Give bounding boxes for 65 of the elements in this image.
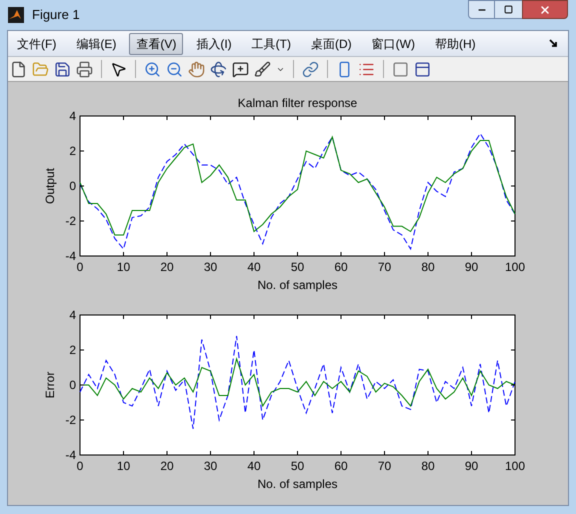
- menu-item[interactable]: 查看(V): [129, 32, 184, 54]
- tick-label: 10: [116, 459, 130, 473]
- menu-item[interactable]: 编辑(E): [69, 32, 124, 54]
- menu-item[interactable]: 帮助(H): [428, 32, 483, 54]
- data-cursor-icon[interactable]: [232, 60, 249, 78]
- menu-item[interactable]: 窗口(W): [364, 32, 422, 54]
- pointer-icon[interactable]: [110, 60, 127, 78]
- tick-label: -4: [65, 249, 76, 263]
- menu-item[interactable]: 文件(F): [10, 32, 64, 54]
- tick-label: 20: [160, 260, 174, 274]
- tick-label: 10: [116, 260, 130, 274]
- tick-label: 100: [504, 459, 526, 473]
- tick-label: -2: [65, 413, 76, 427]
- axis-label: No. of samples: [257, 477, 338, 491]
- maximize-icon: [504, 5, 513, 14]
- brush-icon[interactable]: [254, 60, 271, 78]
- tick-label: 80: [421, 260, 435, 274]
- printer-icon[interactable]: [76, 60, 93, 78]
- tick-label: 2: [69, 144, 76, 158]
- tick-label: 80: [421, 459, 435, 473]
- tick-label: 4: [69, 109, 76, 123]
- tick-label: 90: [464, 459, 478, 473]
- hand-icon[interactable]: [188, 60, 205, 78]
- tick-label: 0: [76, 459, 84, 473]
- panel-icon[interactable]: [414, 60, 431, 78]
- menu-item[interactable]: 插入(I): [189, 32, 239, 54]
- tick-label: 50: [290, 459, 304, 473]
- maximize-button[interactable]: [495, 0, 522, 19]
- tick-label: -2: [65, 214, 76, 228]
- dock-arrow-icon[interactable]: [549, 39, 558, 48]
- tick-label: 60: [334, 260, 348, 274]
- tick-label: 2: [69, 343, 76, 357]
- tick-label: 90: [464, 260, 478, 274]
- tick-label: 0: [69, 179, 76, 193]
- menu-item[interactable]: 桌面(D): [304, 32, 359, 54]
- tick-label: 40: [247, 260, 261, 274]
- tick-label: 0: [69, 378, 76, 392]
- new-file-icon[interactable]: [10, 60, 27, 78]
- tick-label: 60: [334, 459, 348, 473]
- tick-label: 20: [160, 459, 174, 473]
- rotate-icon[interactable]: [210, 60, 227, 78]
- axis-label: Output: [43, 168, 57, 204]
- tick-label: 70: [378, 260, 392, 274]
- tick-label: 70: [378, 459, 392, 473]
- axis-label: Error: [43, 372, 57, 398]
- tick-label: 0: [76, 260, 84, 274]
- app-logo-icon: [8, 7, 24, 23]
- close-button[interactable]: [522, 0, 568, 19]
- tick-label: 30: [204, 459, 218, 473]
- tick-label: 30: [204, 260, 218, 274]
- tick-label: 50: [290, 260, 304, 274]
- close-icon: [539, 4, 551, 16]
- tick-label: 40: [247, 459, 261, 473]
- tick-label: 4: [69, 308, 76, 322]
- window-title: Figure 1: [32, 6, 80, 24]
- menu-item[interactable]: 工具(T): [244, 32, 298, 54]
- link-icon[interactable]: [302, 60, 319, 78]
- chart-title: Kalman filter response: [238, 96, 358, 110]
- zoom-out-icon[interactable]: [166, 60, 183, 78]
- tick-label: -4: [65, 448, 76, 462]
- tick-label: 100: [504, 260, 526, 274]
- axis-label: No. of samples: [257, 278, 338, 292]
- square-icon[interactable]: [392, 60, 409, 78]
- floppy-disk-icon[interactable]: [54, 60, 71, 78]
- zoom-in-icon[interactable]: [144, 60, 161, 78]
